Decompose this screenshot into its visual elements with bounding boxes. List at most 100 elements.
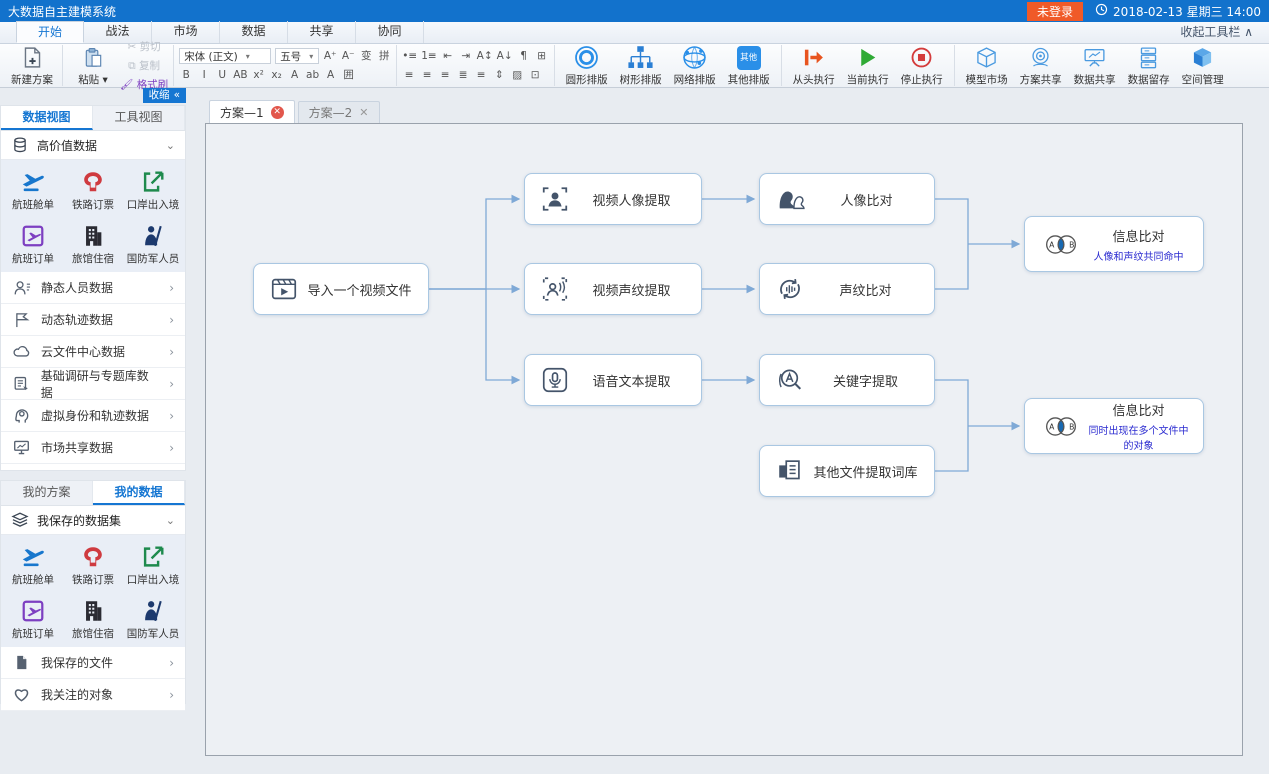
sidebar-item-survey-db-data[interactable]: 基础调研与专题库数据 › — [1, 368, 185, 400]
shrink-font-button[interactable]: A⁻ — [341, 48, 355, 64]
close-tab-icon[interactable]: ✕ — [271, 106, 284, 119]
sidebar-item-static-person-data[interactable]: 静态人员数据 › — [1, 272, 185, 304]
underline-button[interactable]: U — [215, 67, 229, 83]
dataset-defense-personnel[interactable]: 国防军人员 — [123, 222, 183, 266]
dataset-flight-order[interactable]: 航班订单 — [3, 597, 63, 641]
superscript-button[interactable]: x² — [252, 67, 266, 83]
manage-1-button[interactable]: 方案共享 — [1014, 45, 1068, 87]
dataset-railway-ticket[interactable]: 铁路订票 — [63, 543, 123, 587]
align-left-button[interactable]: ≡ — [402, 67, 416, 83]
flow-node-voice-compare[interactable]: 声纹比对 — [759, 263, 935, 315]
manage-3-button[interactable]: 数据留存 — [1122, 45, 1176, 87]
dataset-flight-order[interactable]: 航班订单 — [3, 222, 63, 266]
side-tab-0[interactable]: 数据视图 — [1, 106, 93, 130]
dataset-flight-manifest[interactable]: 航班舱单 — [3, 543, 63, 587]
dataset-railway-ticket[interactable]: 铁路订票 — [63, 168, 123, 212]
flow-node-face-extract[interactable]: 视频人像提取 — [524, 173, 702, 225]
sidebar-item-my-saved-files[interactable]: 我保存的文件 › — [1, 647, 185, 679]
manage-2-button[interactable]: 数据共享 — [1068, 45, 1122, 87]
flow-node-info-compare-2[interactable]: AB 信息比对 同时出现在多个文件中的对象 — [1024, 398, 1204, 454]
keyword-icon — [775, 365, 805, 395]
numbered-list-button[interactable]: 1≡ — [421, 48, 436, 64]
svg-text:A: A — [1049, 240, 1055, 249]
run-1-button[interactable]: 当前执行 — [841, 45, 895, 87]
side-tab-1[interactable]: 我的数据 — [93, 481, 185, 505]
highlight-button[interactable]: ab — [306, 67, 320, 83]
subscript-button[interactable]: x₂ — [270, 67, 284, 83]
dataset-border-entry-exit[interactable]: 口岸出入境 — [123, 543, 183, 587]
char-border-button[interactable]: 囲 — [342, 67, 356, 83]
plan-tab-0[interactable]: 方案—1 ✕ — [209, 100, 295, 123]
phonetic-guide-button[interactable]: 拼 — [377, 48, 391, 64]
new-plan-button[interactable]: 新建方案 — [7, 45, 57, 87]
side-tab-0[interactable]: 我的方案 — [1, 481, 93, 505]
align-right-button[interactable]: ≡ — [438, 67, 452, 83]
sidebar-item-dynamic-track-data[interactable]: 动态轨迹数据 › — [1, 304, 185, 336]
font-family-select[interactable]: 宋体 (正文)▾ — [179, 48, 271, 64]
section-header[interactable]: 我保存的数据集 ⌄ — [1, 506, 185, 535]
paragraph-mark-button[interactable]: ¶ — [517, 48, 531, 64]
bold-button[interactable]: B — [179, 67, 193, 83]
table-button[interactable]: ⊞ — [535, 48, 549, 64]
manage-0-button[interactable]: 模型市场 — [960, 45, 1014, 87]
dataset-hotel-stay[interactable]: 旅馆住宿 — [63, 222, 123, 266]
flag-icon — [12, 311, 31, 329]
model-canvas[interactable]: 导入一个视频文件 视频人像提取 视频声纹提取 语音文本提取 人像比对 — [205, 123, 1243, 756]
sort-button[interactable]: A↓ — [497, 48, 513, 64]
paste-button[interactable]: 粘贴 ▾ — [68, 45, 118, 87]
distribute-button[interactable]: ≡ — [474, 67, 488, 83]
sidebar-item-my-followed-objects[interactable]: 我关注的对象 › — [1, 679, 185, 711]
font-color-button[interactable]: A — [324, 67, 338, 83]
ribbon-tab-0[interactable]: 开始 — [16, 21, 84, 43]
grow-font-button[interactable]: A⁺ — [323, 48, 337, 64]
strikethrough-button[interactable]: AB — [233, 67, 247, 83]
layout-1-button[interactable]: 树形排版 — [614, 45, 668, 87]
copy-button[interactable]: ⧉ 复制 — [120, 58, 168, 74]
flow-node-speech-text[interactable]: 语音文本提取 — [524, 354, 702, 406]
collapse-toolbar-link[interactable]: 收起工具栏 ∧ — [1180, 21, 1253, 43]
side-tab-1[interactable]: 工具视图 — [93, 106, 185, 130]
ribbon-tab-4[interactable]: 共享 — [288, 21, 356, 43]
sidebar-item-market-shared-data[interactable]: 市场共享数据 › — [1, 432, 185, 464]
dataset-hotel-stay[interactable]: 旅馆住宿 — [63, 597, 123, 641]
ribbon-tab-5[interactable]: 协同 — [356, 21, 424, 43]
close-tab-icon[interactable]: ✕ — [359, 106, 368, 119]
italic-button[interactable]: I — [197, 67, 211, 83]
manage-4-button[interactable]: 空间管理 — [1176, 45, 1230, 87]
run-2-button[interactable]: 停止执行 — [895, 45, 949, 87]
flow-node-face-compare[interactable]: 人像比对 — [759, 173, 935, 225]
dataset-defense-personnel[interactable]: 国防军人员 — [123, 597, 183, 641]
dataset-border-entry-exit[interactable]: 口岸出入境 — [123, 168, 183, 212]
login-status-badge[interactable]: 未登录 — [1027, 2, 1083, 21]
bullet-list-button[interactable]: •≡ — [402, 48, 417, 64]
decrease-indent-button[interactable]: ⇤ — [441, 48, 455, 64]
border-button[interactable]: ⊡ — [528, 67, 542, 83]
sidebar-item-cloud-file-data[interactable]: 云文件中心数据 › — [1, 336, 185, 368]
change-case-button[interactable]: 变 — [359, 48, 373, 64]
flow-node-voice-extract[interactable]: 视频声纹提取 — [524, 263, 702, 315]
run-0-button[interactable]: 从头执行 — [787, 45, 841, 87]
shading-button[interactable]: ▨ — [510, 67, 524, 83]
section-header[interactable]: 高价值数据 ⌄ — [1, 131, 185, 160]
dataset-flight-manifest[interactable]: 航班舱单 — [3, 168, 63, 212]
sidebar-collapse-button[interactable]: 收缩 « — [143, 88, 186, 103]
plan-tab-1[interactable]: 方案—2 ✕ — [298, 101, 380, 123]
justify-button[interactable]: ≣ — [456, 67, 470, 83]
increase-indent-button[interactable]: ⇥ — [459, 48, 473, 64]
layout-3-button[interactable]: 其他 其他排版 — [722, 45, 776, 87]
layout-0-button[interactable]: 圆形排版 — [560, 45, 614, 87]
flow-node-info-compare-1[interactable]: AB 信息比对 人像和声纹共同命中 — [1024, 216, 1204, 272]
align-center-button[interactable]: ≡ — [420, 67, 434, 83]
text-direction-button[interactable]: A↕ — [477, 48, 493, 64]
layout-2-button[interactable]: 网络排版 — [668, 45, 722, 87]
virtual-id-icon — [12, 406, 31, 425]
flow-node-other-files-lexicon[interactable]: 其他文件提取词库 — [759, 445, 935, 497]
ribbon-tab-3[interactable]: 数据 — [220, 21, 288, 43]
flow-node-keyword-extract[interactable]: 关键字提取 — [759, 354, 935, 406]
cut-button[interactable]: ✂ 剪切 — [120, 39, 168, 55]
text-effects-button[interactable]: A — [288, 67, 302, 83]
line-spacing-button[interactable]: ⇕ — [492, 67, 506, 83]
font-size-select[interactable]: 五号▾ — [275, 48, 319, 64]
flow-node-import[interactable]: 导入一个视频文件 — [253, 263, 429, 315]
sidebar-item-virtual-identity-data[interactable]: 虚拟身份和轨迹数据 › — [1, 400, 185, 432]
